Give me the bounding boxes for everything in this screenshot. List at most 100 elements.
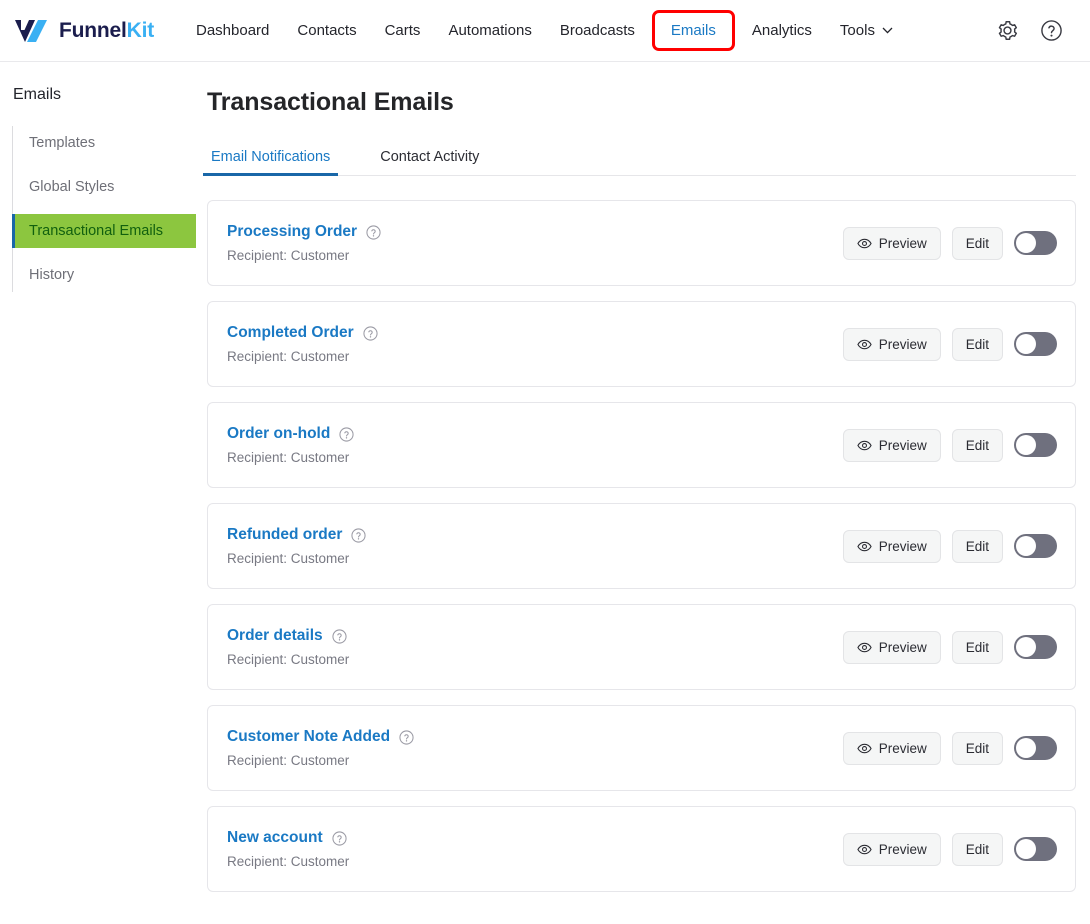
help-circle-icon[interactable] [363, 325, 378, 341]
edit-button-label: Edit [965, 841, 989, 857]
nav-label: Emails [670, 22, 716, 39]
eye-icon [857, 642, 872, 652]
nav-item-automations[interactable]: Automations [434, 14, 545, 47]
email-card-recipient: Recipient: Customer [227, 349, 350, 364]
email-card-info: Order on-hold Recipient: Customer [227, 425, 843, 465]
main-content: Transactional Emails Email Notifications… [196, 62, 1090, 924]
top-navigation-bar: FunnelKit Dashboard Contacts Carts Autom… [0, 0, 1090, 62]
help-circle-icon[interactable] [1036, 16, 1066, 46]
eye-icon [857, 743, 872, 753]
email-notification-card: Order details Recipient: Customer Previe… [207, 604, 1076, 690]
email-card-title-row: Completed Order [227, 324, 843, 342]
edit-button[interactable]: Edit [951, 529, 1003, 563]
email-card-title[interactable]: Completed Order [227, 324, 354, 342]
topbar-actions [992, 16, 1072, 46]
email-card-title[interactable]: Customer Note Added [227, 728, 390, 746]
email-card-title[interactable]: Refunded order [227, 526, 342, 544]
email-enable-toggle[interactable] [1014, 635, 1057, 659]
email-enable-toggle[interactable] [1014, 736, 1057, 760]
edit-button[interactable]: Edit [951, 832, 1003, 866]
sidebar-item-label: Templates [29, 135, 96, 151]
nav-item-contacts[interactable]: Contacts [283, 14, 370, 47]
email-card-info: Processing Order Recipient: Customer [227, 223, 843, 263]
email-card-title[interactable]: Processing Order [227, 223, 357, 241]
email-enable-toggle[interactable] [1014, 433, 1057, 457]
funnelkit-admin-page: FunnelKit Dashboard Contacts Carts Autom… [0, 0, 1090, 924]
email-card-info: Refunded order Recipient: Customer [227, 526, 843, 566]
help-circle-icon[interactable] [339, 426, 354, 442]
help-circle-icon[interactable] [399, 729, 414, 745]
help-circle-icon[interactable] [332, 628, 347, 644]
edit-button[interactable]: Edit [951, 226, 1003, 260]
nav-item-broadcasts[interactable]: Broadcasts [546, 14, 649, 47]
nav-item-emails[interactable]: Emails [651, 10, 735, 51]
nav-item-tools[interactable]: Tools [826, 14, 907, 47]
nav-label: Carts [384, 22, 421, 39]
nav-label: Broadcasts [559, 22, 635, 39]
settings-gear-icon[interactable] [992, 16, 1022, 46]
sidebar-item-global-styles[interactable]: Global Styles [13, 170, 196, 204]
logo-text-funnel: Funnel [59, 18, 127, 42]
toggle-knob [1016, 738, 1036, 758]
tab-label: Contact Activity [380, 149, 480, 165]
email-card-title[interactable]: Order on-hold [227, 425, 330, 443]
help-circle-icon[interactable] [351, 527, 366, 543]
email-card-title[interactable]: Order details [227, 627, 323, 645]
email-card-title-row: Processing Order [227, 223, 843, 241]
tab-label: Email Notifications [211, 149, 331, 165]
email-enable-toggle[interactable] [1014, 534, 1057, 558]
preview-button[interactable]: Preview [842, 832, 941, 866]
email-enable-toggle[interactable] [1014, 231, 1057, 255]
nav-label: Automations [448, 22, 532, 39]
email-card-title-row: Refunded order [227, 526, 843, 544]
email-card-title[interactable]: New account [227, 829, 323, 847]
email-card-actions: Preview Edit [842, 630, 1057, 664]
sidebar-item-templates[interactable]: Templates [13, 126, 196, 160]
toggle-knob [1016, 233, 1036, 253]
email-card-title-row: Customer Note Added [227, 728, 843, 746]
tab-contact-activity[interactable]: Contact Activity [376, 145, 483, 175]
edit-button-label: Edit [965, 740, 989, 756]
preview-button[interactable]: Preview [842, 731, 941, 765]
chevron-down-icon [882, 27, 893, 34]
sidebar-item-label: History [29, 267, 75, 283]
email-enable-toggle[interactable] [1014, 332, 1057, 356]
edit-button[interactable]: Edit [951, 731, 1003, 765]
preview-button[interactable]: Preview [842, 529, 941, 563]
email-card-actions: Preview Edit [842, 226, 1057, 260]
email-card-recipient: Recipient: Customer [227, 551, 350, 566]
sidebar-item-history[interactable]: History [13, 258, 196, 292]
nav-item-carts[interactable]: Carts [371, 14, 435, 47]
edit-button-label: Edit [965, 639, 989, 655]
edit-button-label: Edit [965, 336, 989, 352]
help-circle-icon[interactable] [332, 830, 347, 846]
email-notification-card: Refunded order Recipient: Customer Previ… [207, 503, 1076, 589]
email-card-info: Customer Note Added Recipient: Customer [227, 728, 843, 768]
nav-item-dashboard[interactable]: Dashboard [182, 14, 283, 47]
tab-email-notifications[interactable]: Email Notifications [202, 145, 339, 176]
email-card-recipient: Recipient: Customer [227, 652, 350, 667]
preview-button[interactable]: Preview [842, 630, 941, 664]
funnelkit-logo[interactable]: FunnelKit [14, 18, 182, 44]
preview-button[interactable]: Preview [842, 428, 941, 462]
eye-icon [857, 541, 872, 551]
help-circle-icon[interactable] [366, 224, 381, 240]
edit-button[interactable]: Edit [951, 630, 1003, 664]
email-card-recipient: Recipient: Customer [227, 753, 350, 768]
sidebar: Emails Templates Global Styles Transacti… [0, 62, 196, 924]
preview-button-label: Preview [878, 841, 927, 857]
email-card-actions: Preview Edit [842, 327, 1057, 361]
nav-label: Tools [839, 22, 875, 39]
edit-button[interactable]: Edit [951, 327, 1003, 361]
nav-item-analytics[interactable]: Analytics [738, 14, 826, 47]
eye-icon [857, 238, 872, 248]
preview-button-label: Preview [878, 538, 927, 554]
email-enable-toggle[interactable] [1014, 837, 1057, 861]
email-card-title-row: Order details [227, 627, 843, 645]
edit-button[interactable]: Edit [951, 428, 1003, 462]
preview-button[interactable]: Preview [842, 327, 941, 361]
preview-button[interactable]: Preview [842, 226, 941, 260]
eye-icon [857, 844, 872, 854]
email-card-title-row: New account [227, 829, 843, 847]
sidebar-item-transactional-emails[interactable]: Transactional Emails [12, 214, 196, 248]
